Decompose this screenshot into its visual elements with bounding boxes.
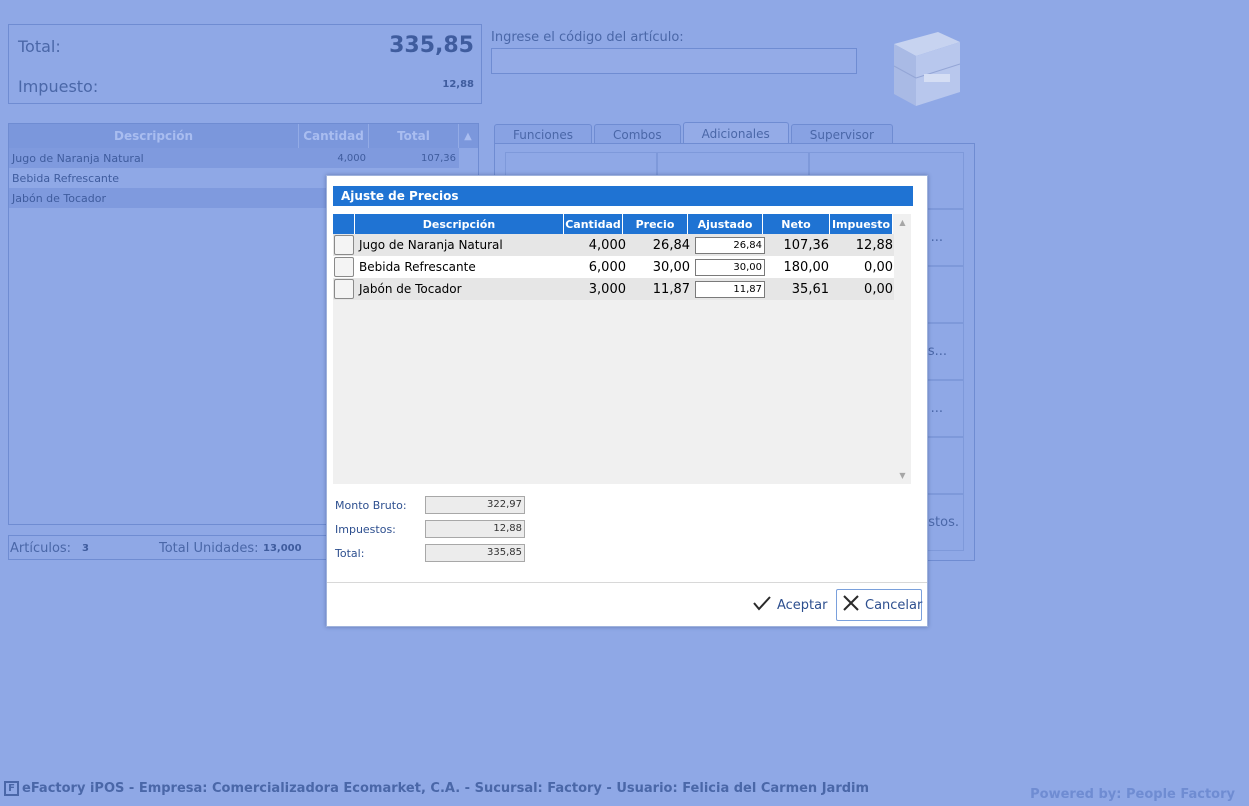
grid-scrollbar[interactable]: ▲ ▼ (894, 214, 911, 484)
tax-label: Impuesto: (18, 77, 99, 96)
row-net: 35,61 (791, 281, 829, 297)
accept-label: Aceptar (777, 597, 828, 613)
gross-row: Monto Bruto: 322,97 (335, 496, 535, 516)
row-qty: 4,000 (588, 237, 626, 253)
articles-value: 3 (82, 543, 89, 554)
row-checkbox[interactable] (334, 279, 354, 299)
adjusted-price-input[interactable] (695, 280, 765, 298)
row-price: 30,00 (652, 259, 690, 275)
tab-bar: Funciones Combos Adicionales Supervisor (494, 122, 895, 144)
col-descripcion[interactable]: Descripción (355, 214, 564, 234)
status-bar: F eFactory iPOS - Empresa: Comercializad… (4, 781, 869, 796)
dialog-total-value: 335,85 (425, 544, 525, 562)
col-cantidad[interactable]: Cantidad (564, 214, 623, 234)
check-icon (753, 595, 771, 615)
dialog-title: Ajuste de Precios (333, 186, 913, 206)
powered-by: Powered by: People Factory (1030, 787, 1235, 802)
total-row: Total: 335,85 (335, 544, 535, 564)
col-precio[interactable]: Precio (623, 214, 688, 234)
totals-box: Total: 335,85 Impuesto: 12,88 (8, 24, 482, 104)
tab-adicionales[interactable]: Adicionales (682, 122, 789, 144)
gross-label: Monto Bruto: (335, 499, 407, 512)
row-total: 107,36 (421, 152, 456, 164)
row-net: 180,00 (783, 259, 830, 275)
row-tax: 0,00 (864, 281, 893, 297)
logo-icon: F (4, 781, 19, 796)
row-tax: 0,00 (864, 259, 893, 275)
status-text: eFactory iPOS - Empresa: Comercializador… (22, 781, 870, 796)
scroll-up-icon[interactable]: ▲ (458, 124, 478, 148)
items-col-desc[interactable]: Descripción (9, 124, 299, 148)
code-input[interactable] (491, 48, 857, 74)
row-net: 107,36 (783, 237, 830, 253)
divider (327, 582, 927, 583)
col-select (333, 214, 355, 234)
row-desc: Jugo de Naranja Natural (359, 238, 503, 252)
col-impuesto[interactable]: Impuesto (830, 214, 893, 234)
items-col-qty[interactable]: Cantidad (299, 124, 369, 148)
total-value: 335,85 (389, 33, 474, 58)
taxes-value: 12,88 (425, 520, 525, 538)
taxes-label: Impuestos: (335, 523, 396, 536)
code-label: Ingrese el código del artículo: (491, 30, 684, 45)
tab-combos[interactable]: Combos (593, 124, 681, 144)
dialog-total-label: Total: (335, 547, 365, 560)
row-desc: Jabón de Tocador (359, 282, 462, 296)
row-price: 26,84 (652, 237, 690, 253)
table-row[interactable]: Jugo de Naranja Natural 4,000 26,84 107,… (333, 234, 897, 256)
close-icon (843, 595, 859, 615)
items-col-total[interactable]: Total (369, 124, 459, 148)
row-checkbox[interactable] (334, 235, 354, 255)
row-price: 11,87 (652, 281, 690, 297)
adjusted-price-input[interactable] (695, 258, 765, 276)
gross-value: 322,97 (425, 496, 525, 514)
adjusted-price-input[interactable] (695, 236, 765, 254)
col-neto[interactable]: Neto (763, 214, 830, 234)
scroll-up-icon[interactable]: ▲ (894, 218, 911, 227)
row-checkbox[interactable] (334, 257, 354, 277)
col-ajustado[interactable]: Ajustado (688, 214, 763, 234)
scroll-down-icon[interactable]: ▼ (894, 471, 911, 480)
units-value: 13,000 (263, 543, 302, 554)
row-qty: 6,000 (588, 259, 626, 275)
taxes-row: Impuestos: 12,88 (335, 520, 535, 540)
row-tax: 12,88 (855, 237, 893, 253)
tab-supervisor[interactable]: Supervisor (790, 124, 893, 144)
table-row[interactable]: Bebida Refrescante 6,000 30,00 180,00 0,… (333, 256, 897, 278)
price-grid: Descripción Cantidad Precio Ajustado Net… (333, 214, 911, 484)
price-adjust-dialog: Ajuste de Precios Descripción Cantidad P… (326, 175, 928, 627)
row-desc: Bebida Refrescante (359, 260, 476, 274)
articles-label: Artículos: (10, 541, 72, 556)
table-row[interactable]: Jabón de Tocador 3,000 11,87 35,61 0,00 (333, 278, 897, 300)
total-label: Total: (18, 37, 61, 56)
cancel-label: Cancelar (865, 597, 923, 613)
units-label: Total Unidades: (159, 541, 259, 556)
cancel-button[interactable]: Cancelar (836, 589, 922, 621)
row-qty: 4,000 (337, 152, 366, 164)
items-table-header: Descripción Cantidad Total (9, 124, 478, 148)
row-desc: Jabón de Tocador (12, 191, 107, 205)
table-row[interactable]: Jugo de Naranja Natural 4,000 107,36 (9, 148, 459, 168)
accept-button[interactable]: Aceptar (747, 589, 833, 621)
product-image (888, 26, 964, 110)
tab-funciones[interactable]: Funciones (494, 124, 592, 144)
price-grid-header: Descripción Cantidad Precio Ajustado Net… (333, 214, 893, 234)
row-desc: Jugo de Naranja Natural (12, 151, 144, 165)
row-desc: Bebida Refrescante (12, 171, 119, 185)
tax-value: 12,88 (442, 79, 474, 90)
row-qty: 3,000 (588, 281, 626, 297)
